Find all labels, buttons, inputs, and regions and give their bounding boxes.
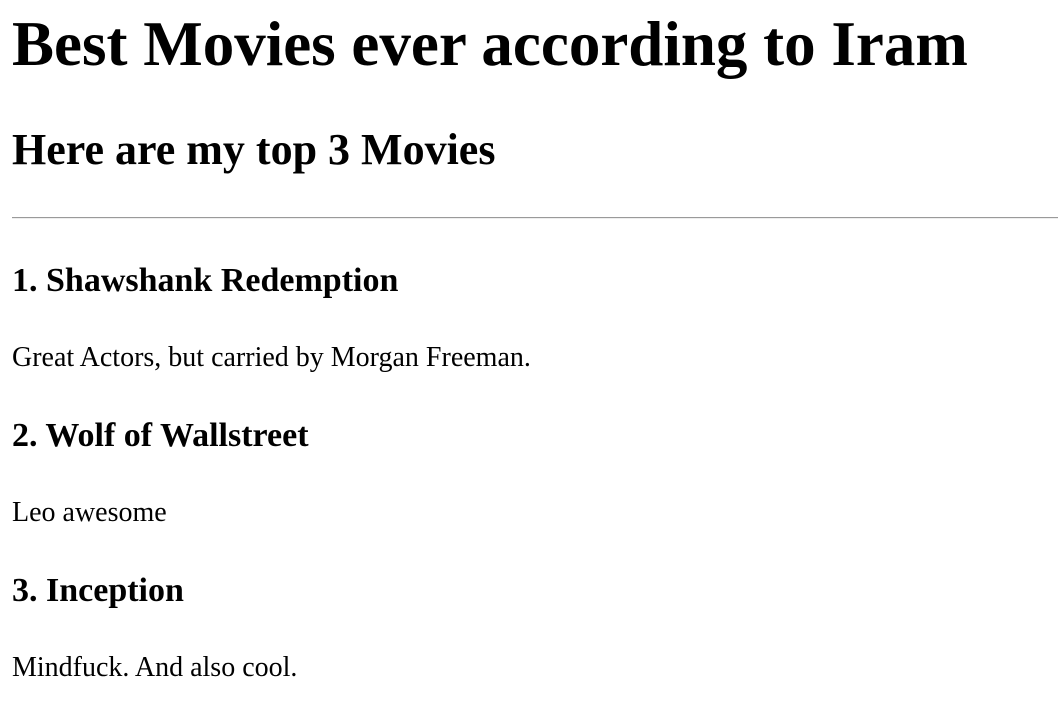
page-subtitle: Here are my top 3 Movies [12, 125, 496, 174]
movie-title-2: 2. Wolf of Wallstreet [12, 417, 309, 454]
horizontal-rule [12, 217, 1058, 219]
page-content: Best Movies ever according to Iram Here … [0, 0, 1058, 714]
movie-title-3: 3. Inception [12, 572, 184, 609]
movie-description-3: Mindfuck. And also cool. [12, 652, 298, 683]
movie-title-1: 1. Shawshank Redemption [12, 262, 399, 299]
movie-description-1: Great Actors, but carried by Morgan Free… [12, 342, 531, 373]
movie-description-2: Leo awesome [12, 497, 167, 528]
page-title: Best Movies ever according to Iram [12, 9, 968, 79]
